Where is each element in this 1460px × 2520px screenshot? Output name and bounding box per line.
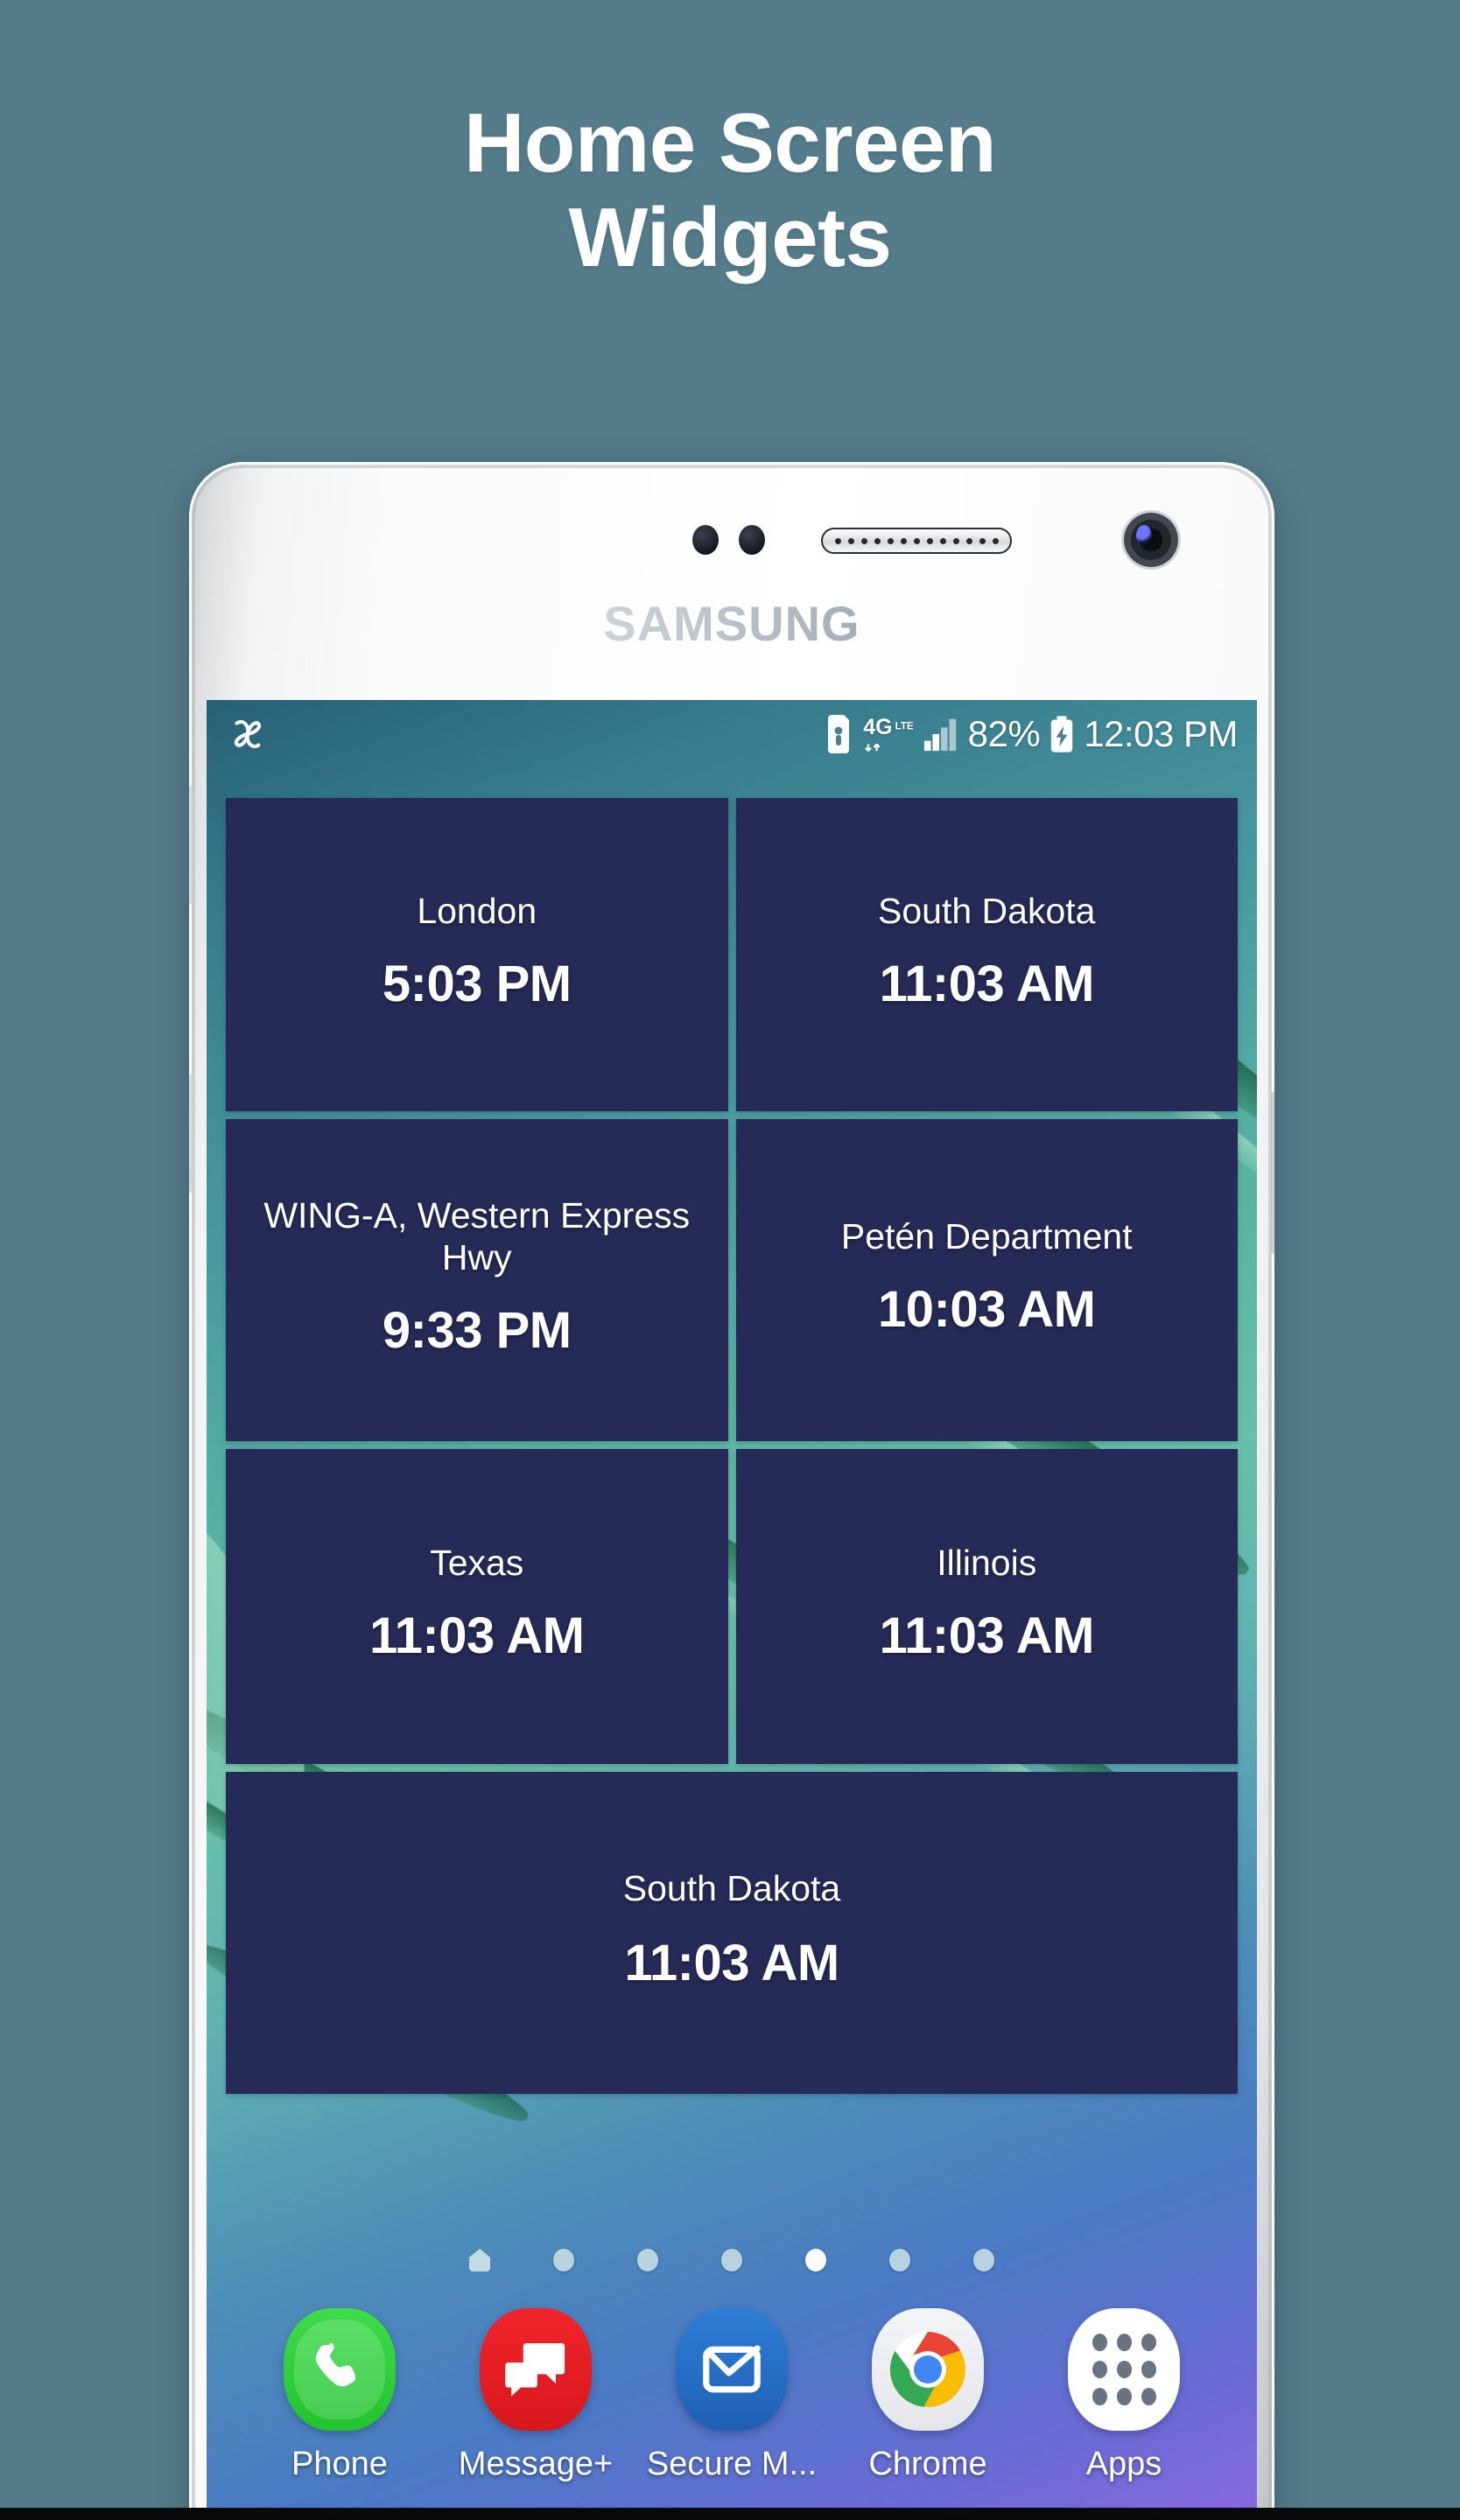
apps-grid-icon[interactable]: [1068, 2308, 1180, 2431]
clock-widget[interactable]: Illinois 11:03 AM: [735, 1449, 1238, 1764]
page-title-line-2: Widgets: [568, 190, 892, 284]
widget-time-label: 11:03 AM: [879, 956, 1095, 1013]
phone-mockup: SAMSUNG 4G LTE 82% 12:03 PM London 5:03 …: [189, 462, 1274, 2520]
dock-label: Chrome: [868, 2446, 987, 2482]
clock-widget[interactable]: South Dakota 11:03 AM: [735, 798, 1238, 1111]
svg-text:4G: 4G: [863, 715, 892, 739]
dock-label: Secure M...: [646, 2446, 818, 2482]
widget-row: South Dakota 11:03 AM: [226, 1772, 1238, 2094]
light-sensor-icon: [739, 525, 765, 555]
dock-label: Message+: [458, 2446, 614, 2482]
widget-row: Texas 11:03 AM Illinois 11:03 AM: [226, 1449, 1238, 1764]
widget-time-label: 5:03 PM: [382, 956, 572, 1013]
phone-screen: 4G LTE 82% 12:03 PM London 5:03 PM South…: [207, 700, 1257, 2520]
page-dot[interactable]: [973, 2249, 994, 2272]
dock-item-apps[interactable]: Apps: [1041, 2308, 1207, 2483]
envelope-check-icon[interactable]: [676, 2308, 788, 2431]
page-dot-active[interactable]: [805, 2249, 826, 2272]
earpiece-speaker-icon: [821, 528, 1012, 554]
status-bar: 4G LTE 82% 12:03 PM: [207, 700, 1257, 768]
clock-widget[interactable]: Texas 11:03 AM: [226, 1449, 728, 1764]
signal-bars-icon: [923, 718, 956, 752]
image-bottom-edge: [0, 2508, 1460, 2520]
battery-charging-icon: [1051, 716, 1073, 752]
clock-widget-wide[interactable]: South Dakota 11:03 AM: [226, 1772, 1238, 2094]
dock-item-chrome[interactable]: Chrome: [845, 2308, 1011, 2483]
chat-bubbles-icon[interactable]: [480, 2308, 592, 2431]
widget-time-label: 11:03 AM: [369, 1607, 585, 1665]
clock-label: 12:03 PM: [1084, 713, 1238, 754]
power-button[interactable]: [1271, 1092, 1274, 1254]
page-dot-home[interactable]: [469, 2249, 490, 2272]
status-bar-right: 4G LTE 82% 12:03 PM: [826, 713, 1238, 755]
page-title: Home Screen Widgets: [0, 96, 1460, 284]
widget-time-label: 11:03 AM: [879, 1607, 1095, 1665]
dock-item-secure-mail[interactable]: Secure M...: [646, 2308, 818, 2483]
poster-root: Home Screen Widgets SAMSUNG 4G LTE 82% 1…: [0, 0, 1460, 2520]
page-dot[interactable]: [553, 2249, 574, 2272]
page-dot[interactable]: [721, 2249, 742, 2272]
dock-item-message[interactable]: Message+: [453, 2308, 619, 2483]
dock: Phone Message+ Secure M... Chrome Apps: [207, 2308, 1257, 2483]
dock-item-phone[interactable]: Phone: [256, 2308, 423, 2483]
chrome-icon[interactable]: [872, 2308, 984, 2431]
page-dot[interactable]: [637, 2249, 658, 2272]
widget-location-label: Illinois: [937, 1542, 1037, 1583]
4g-lte-icon: 4G LTE: [863, 715, 914, 752]
volume-down-button[interactable]: [189, 1074, 193, 1193]
battery-percent-label: 82%: [967, 713, 1041, 754]
widget-time-label: 9:33 PM: [382, 1302, 572, 1360]
widget-row: London 5:03 PM South Dakota 11:03 AM: [226, 798, 1238, 1111]
clock-widget[interactable]: London 5:03 PM: [226, 798, 728, 1111]
widget-location-label: South Dakota: [622, 1867, 841, 1908]
widget-location-label: WING-A, Western Express Hwy: [263, 1194, 691, 1278]
widget-location-label: Texas: [430, 1542, 524, 1583]
front-camera-icon: [1124, 513, 1178, 567]
proximity-sensor-icon: [692, 525, 719, 555]
page-dot[interactable]: [889, 2249, 910, 2272]
samsung-logo: SAMSUNG: [189, 595, 1274, 652]
widget-location-label: Petén Department: [840, 1215, 1133, 1256]
clock-widget[interactable]: Petén Department 10:03 AM: [735, 1119, 1238, 1441]
status-bar-left: [228, 714, 268, 754]
widget-row: WING-A, Western Express Hwy 9:33 PM Peté…: [226, 1119, 1238, 1441]
phone-handset-icon[interactable]: [284, 2308, 396, 2431]
page-title-line-1: Home Screen: [463, 96, 997, 190]
widget-time-label: 11:03 AM: [624, 1935, 839, 1992]
volume-up-button[interactable]: [189, 786, 193, 904]
dock-label: Phone: [291, 2446, 388, 2482]
sd-card-icon: [827, 715, 849, 753]
widget-location-label: London: [417, 890, 537, 931]
dock-label: Apps: [1085, 2446, 1162, 2482]
svg-text:LTE: LTE: [895, 721, 913, 732]
widget-grid: London 5:03 PM South Dakota 11:03 AM WIN…: [226, 798, 1238, 2102]
app-notification-icon: [234, 719, 262, 749]
widget-location-label: South Dakota: [878, 890, 1096, 931]
clock-widget[interactable]: WING-A, Western Express Hwy 9:33 PM: [226, 1119, 728, 1441]
page-indicator: [207, 2249, 1257, 2272]
phone-top-bezel: SAMSUNG: [189, 462, 1274, 700]
widget-time-label: 10:03 AM: [877, 1281, 1096, 1339]
